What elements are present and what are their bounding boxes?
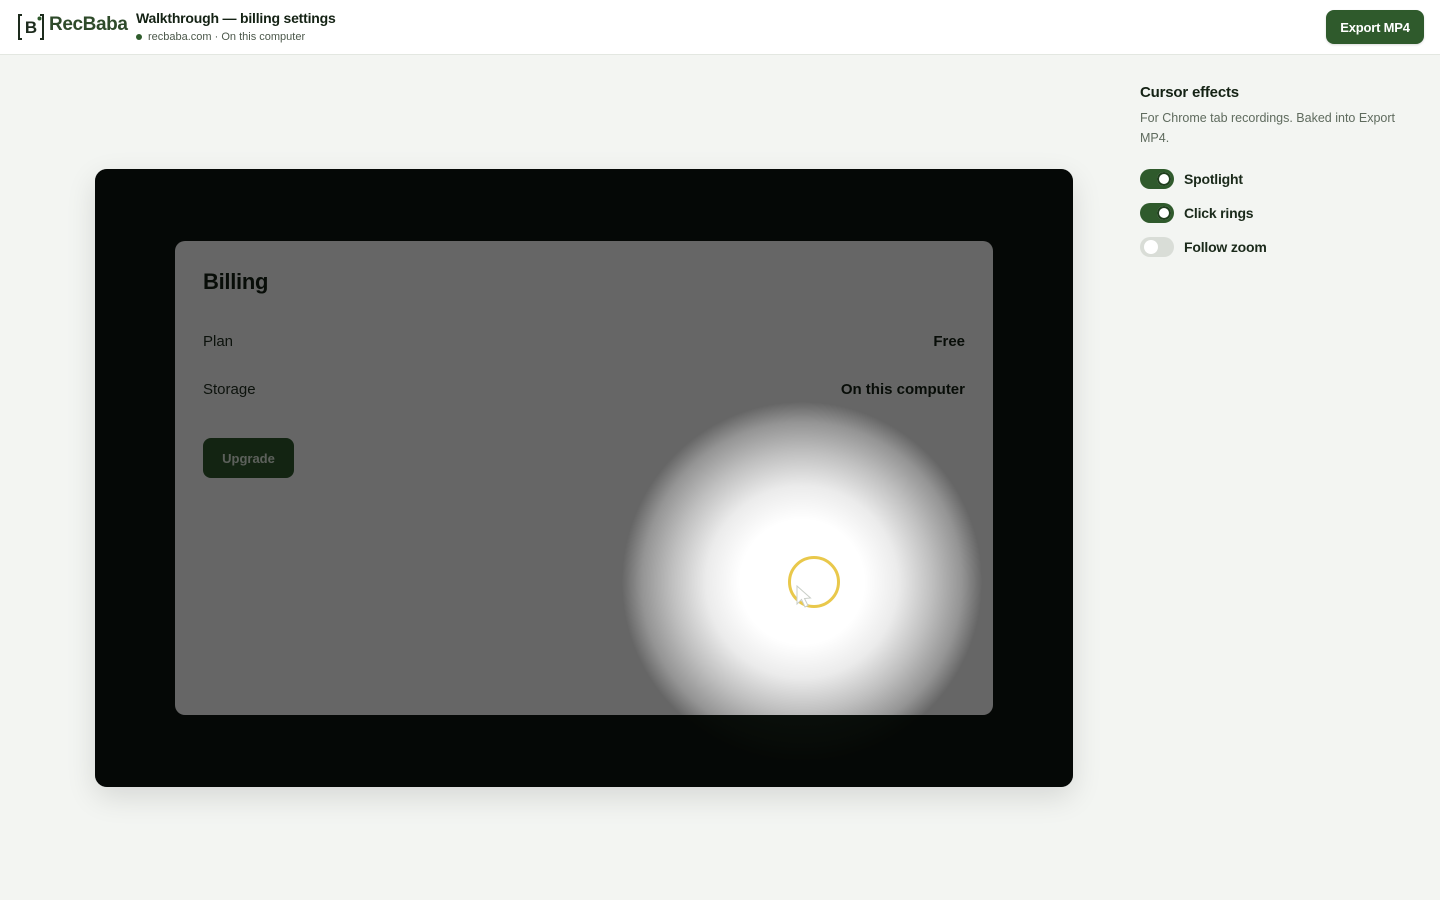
svg-text:B: B (25, 18, 37, 37)
recording-preview[interactable]: Billing Plan Free Storage On this comput… (95, 169, 1073, 787)
top-bar: B RecBaba Walkthrough — billing settings… (0, 0, 1440, 55)
brand-name: RecBaba (49, 14, 128, 35)
preview-page: Billing Plan Free Storage On this comput… (175, 241, 993, 715)
toggle-knob (1157, 172, 1171, 186)
follow-zoom-label: Follow zoom (1184, 239, 1267, 255)
toggle-knob (1157, 206, 1171, 220)
billing-title: Billing (203, 269, 269, 294)
recbaba-logo-icon: B (18, 14, 44, 40)
recording-source: recbaba.com · On this computer (148, 31, 306, 43)
upgrade-button: Upgrade (203, 438, 294, 478)
plan-label: Plan (203, 333, 234, 350)
cursor-effects-title: Cursor effects (1140, 84, 1239, 101)
cursor-effects-description: For Chrome tab recordings. Baked into Ex… (1140, 111, 1395, 145)
plan-value: Free (933, 333, 965, 350)
spotlight-toggle-row[interactable]: Spotlight (1140, 169, 1243, 189)
status-dot-icon (136, 34, 142, 40)
export-mp4-button[interactable]: Export MP4 (1326, 10, 1424, 44)
click-rings-toggle-row[interactable]: Click rings (1140, 203, 1254, 223)
spotlight-label: Spotlight (1184, 171, 1243, 187)
storage-value: On this computer (840, 381, 965, 398)
arrow-pointer-icon (796, 585, 812, 608)
toggle-knob (1144, 240, 1158, 254)
follow-zoom-toggle-row[interactable]: Follow zoom (1140, 237, 1267, 257)
follow-zoom-toggle[interactable] (1140, 237, 1174, 257)
click-rings-toggle[interactable] (1140, 203, 1174, 223)
recording-title[interactable]: Walkthrough — billing settings (136, 10, 336, 26)
storage-label: Storage (203, 381, 256, 398)
spotlight-toggle[interactable] (1140, 169, 1174, 189)
recording-subtitle: recbaba.com · On this computer (136, 30, 305, 44)
click-rings-label: Click rings (1184, 205, 1254, 221)
